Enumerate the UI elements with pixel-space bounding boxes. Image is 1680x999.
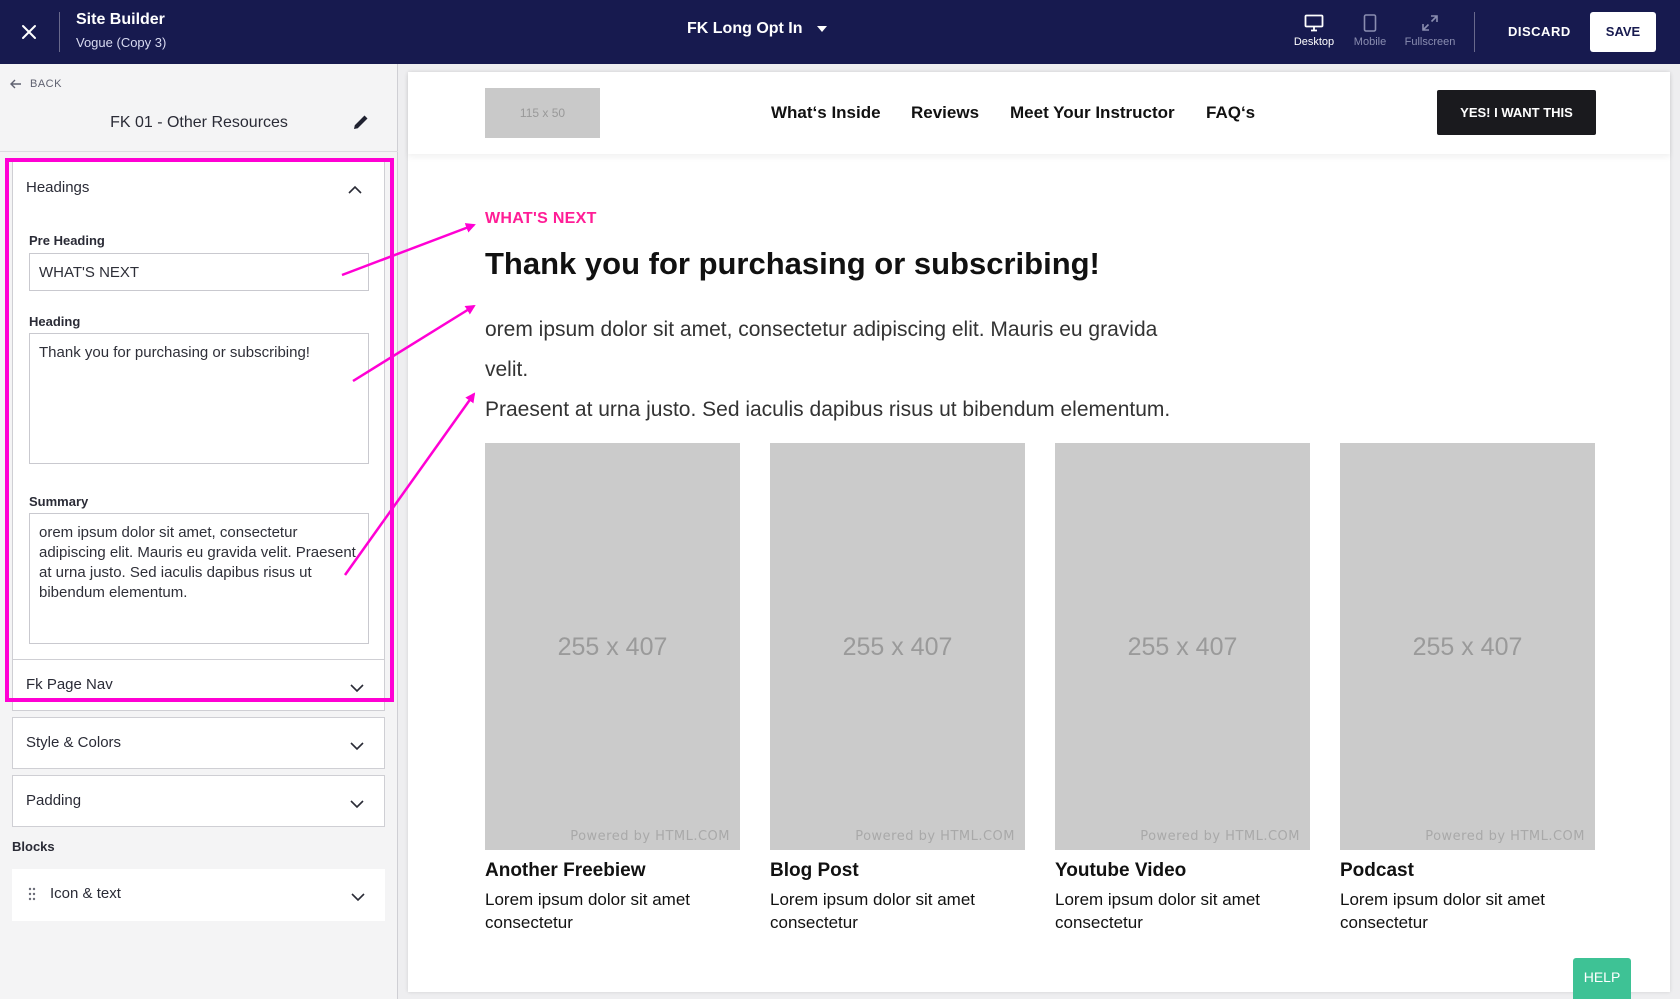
resource-card[interactable]: 255 x 407 Powered by HTML.COM Youtube Vi… — [1055, 443, 1310, 934]
block-item-icon-text[interactable]: Icon & text — [12, 869, 385, 921]
blocks-label: Blocks — [12, 839, 55, 854]
panel-label: Padding — [26, 792, 82, 809]
resource-card[interactable]: 255 x 407 Powered by HTML.COM Blog Post … — [770, 443, 1025, 934]
nav-link-faqs[interactable]: FAQ‘s — [1206, 103, 1255, 123]
summary-line: Praesent at urna justo. Sed iaculis dapi… — [485, 398, 1171, 421]
image-dimensions: 255 x 407 — [557, 633, 668, 661]
fullscreen-icon — [1422, 15, 1438, 31]
chevron-down-icon — [351, 889, 365, 907]
preview-canvas: 115 x 50 What‘s Inside Reviews Meet Your… — [398, 64, 1680, 999]
view-fullscreen-label: Fullscreen — [1404, 36, 1456, 48]
section-title: FK 01 - Other Resources — [110, 114, 288, 131]
sidebar: BACK FK 01 - Other Resources Headings Pr… — [0, 64, 398, 999]
chevron-down-icon — [350, 738, 364, 756]
page-preview: 115 x 50 What‘s Inside Reviews Meet Your… — [408, 72, 1670, 992]
page-selector-label: FK Long Opt In — [687, 20, 803, 37]
chevron-down-icon — [350, 796, 364, 814]
help-button[interactable]: HELP — [1573, 958, 1631, 999]
main-heading: Thank you for purchasing or subscribing! — [485, 246, 1100, 281]
summary-textarea[interactable]: orem ipsum dolor sit amet, consectetur a… — [29, 513, 369, 644]
logo-placeholder: 115 x 50 — [485, 88, 600, 138]
view-desktop-label: Desktop — [1293, 36, 1335, 48]
card-title: Podcast — [1340, 860, 1414, 881]
site-header: 115 x 50 What‘s Inside Reviews Meet Your… — [408, 72, 1670, 154]
view-desktop-button[interactable]: Desktop — [1286, 14, 1342, 48]
card-image-placeholder: 255 x 407 Powered by HTML.COM — [1340, 443, 1595, 850]
card-text: Lorem ipsum dolor sit amet consectetur — [1340, 890, 1546, 932]
summary-text: orem ipsum dolor sit amet, consectetur a… — [485, 310, 1205, 430]
image-dimensions: 255 x 407 — [842, 633, 953, 661]
headings-panel: Headings Pre Heading WHAT'S NEXT Heading… — [12, 158, 385, 698]
discard-button[interactable]: DISCARD — [1500, 14, 1579, 50]
pre-heading-input[interactable]: WHAT'S NEXT — [29, 253, 369, 291]
resource-card[interactable]: 255 x 407 Powered by HTML.COM Podcast Lo… — [1340, 443, 1595, 934]
powered-by: Powered by HTML.COM — [855, 829, 1015, 844]
chevron-up-icon — [348, 185, 362, 194]
card-title: Blog Post — [770, 860, 859, 881]
nav-link-reviews[interactable]: Reviews — [911, 103, 979, 123]
divider — [0, 151, 398, 152]
chevron-down-icon — [350, 680, 364, 698]
divider — [59, 12, 60, 52]
pencil-icon — [354, 115, 368, 129]
pre-heading: WHAT'S NEXT — [485, 210, 597, 227]
card-title: Youtube Video — [1055, 860, 1187, 881]
card-text: Lorem ipsum dolor sit amet consectetur — [1055, 890, 1261, 932]
powered-by: Powered by HTML.COM — [570, 829, 730, 844]
card-text: Lorem ipsum dolor sit amet consectetur — [770, 890, 976, 932]
style-colors-panel[interactable]: Style & Colors — [12, 717, 385, 769]
nav-link-whats-inside[interactable]: What‘s Inside — [771, 103, 881, 123]
view-mobile-label: Mobile — [1353, 36, 1387, 48]
summary-label: Summary — [29, 494, 89, 509]
nav-link-instructor[interactable]: Meet Your Instructor — [1010, 103, 1175, 123]
desktop-icon — [1304, 14, 1324, 32]
card-text: Lorem ipsum dolor sit amet consectetur — [485, 890, 691, 932]
card-image-placeholder: 255 x 407 Powered by HTML.COM — [1055, 443, 1310, 850]
arrow-left-icon — [10, 79, 21, 89]
pre-heading-label: Pre Heading — [29, 233, 105, 248]
headings-panel-title: Headings — [26, 179, 90, 196]
back-label: BACK — [30, 78, 62, 90]
cta-button[interactable]: YES! I WANT THIS — [1437, 90, 1596, 135]
powered-by: Powered by HTML.COM — [1140, 829, 1300, 844]
view-fullscreen-button[interactable]: Fullscreen — [1402, 14, 1458, 48]
image-dimensions: 255 x 407 — [1412, 633, 1523, 661]
heading-textarea[interactable]: Thank you for purchasing or subscribing! — [29, 333, 369, 464]
close-icon — [22, 25, 36, 39]
back-link[interactable]: BACK — [10, 78, 62, 90]
mobile-icon — [1363, 14, 1377, 32]
fk-page-nav-panel[interactable]: Fk Page Nav — [12, 659, 385, 711]
app-title: Site Builder — [76, 11, 165, 28]
card-image-placeholder: 255 x 407 Powered by HTML.COM — [770, 443, 1025, 850]
edit-button[interactable] — [352, 113, 370, 136]
top-bar: Site Builder Vogue (Copy 3) FK Long Opt … — [0, 0, 1680, 64]
site-name: Vogue (Copy 3) — [76, 35, 167, 50]
close-button[interactable] — [17, 20, 41, 44]
block-label: Icon & text — [50, 885, 121, 902]
save-button[interactable]: SAVE — [1590, 12, 1656, 52]
collapse-headings-button[interactable] — [348, 181, 362, 199]
divider — [1474, 12, 1475, 52]
summary-line: orem ipsum dolor sit amet, consectetur a… — [485, 318, 1158, 381]
padding-panel[interactable]: Padding — [12, 775, 385, 827]
card-image-placeholder: 255 x 407 Powered by HTML.COM — [485, 443, 740, 850]
resource-card[interactable]: 255 x 407 Powered by HTML.COM Another Fr… — [485, 443, 740, 934]
panel-label: Style & Colors — [26, 734, 122, 751]
heading-label: Heading — [29, 314, 81, 329]
card-title: Another Freebiew — [485, 860, 646, 881]
drag-handle-icon[interactable] — [28, 887, 36, 906]
view-mobile-button[interactable]: Mobile — [1342, 14, 1398, 48]
panel-label: Fk Page Nav — [26, 676, 113, 693]
caret-down-icon — [816, 26, 827, 32]
image-dimensions: 255 x 407 — [1127, 633, 1238, 661]
powered-by: Powered by HTML.COM — [1425, 829, 1585, 844]
page-selector[interactable]: FK Long Opt In — [687, 20, 827, 38]
